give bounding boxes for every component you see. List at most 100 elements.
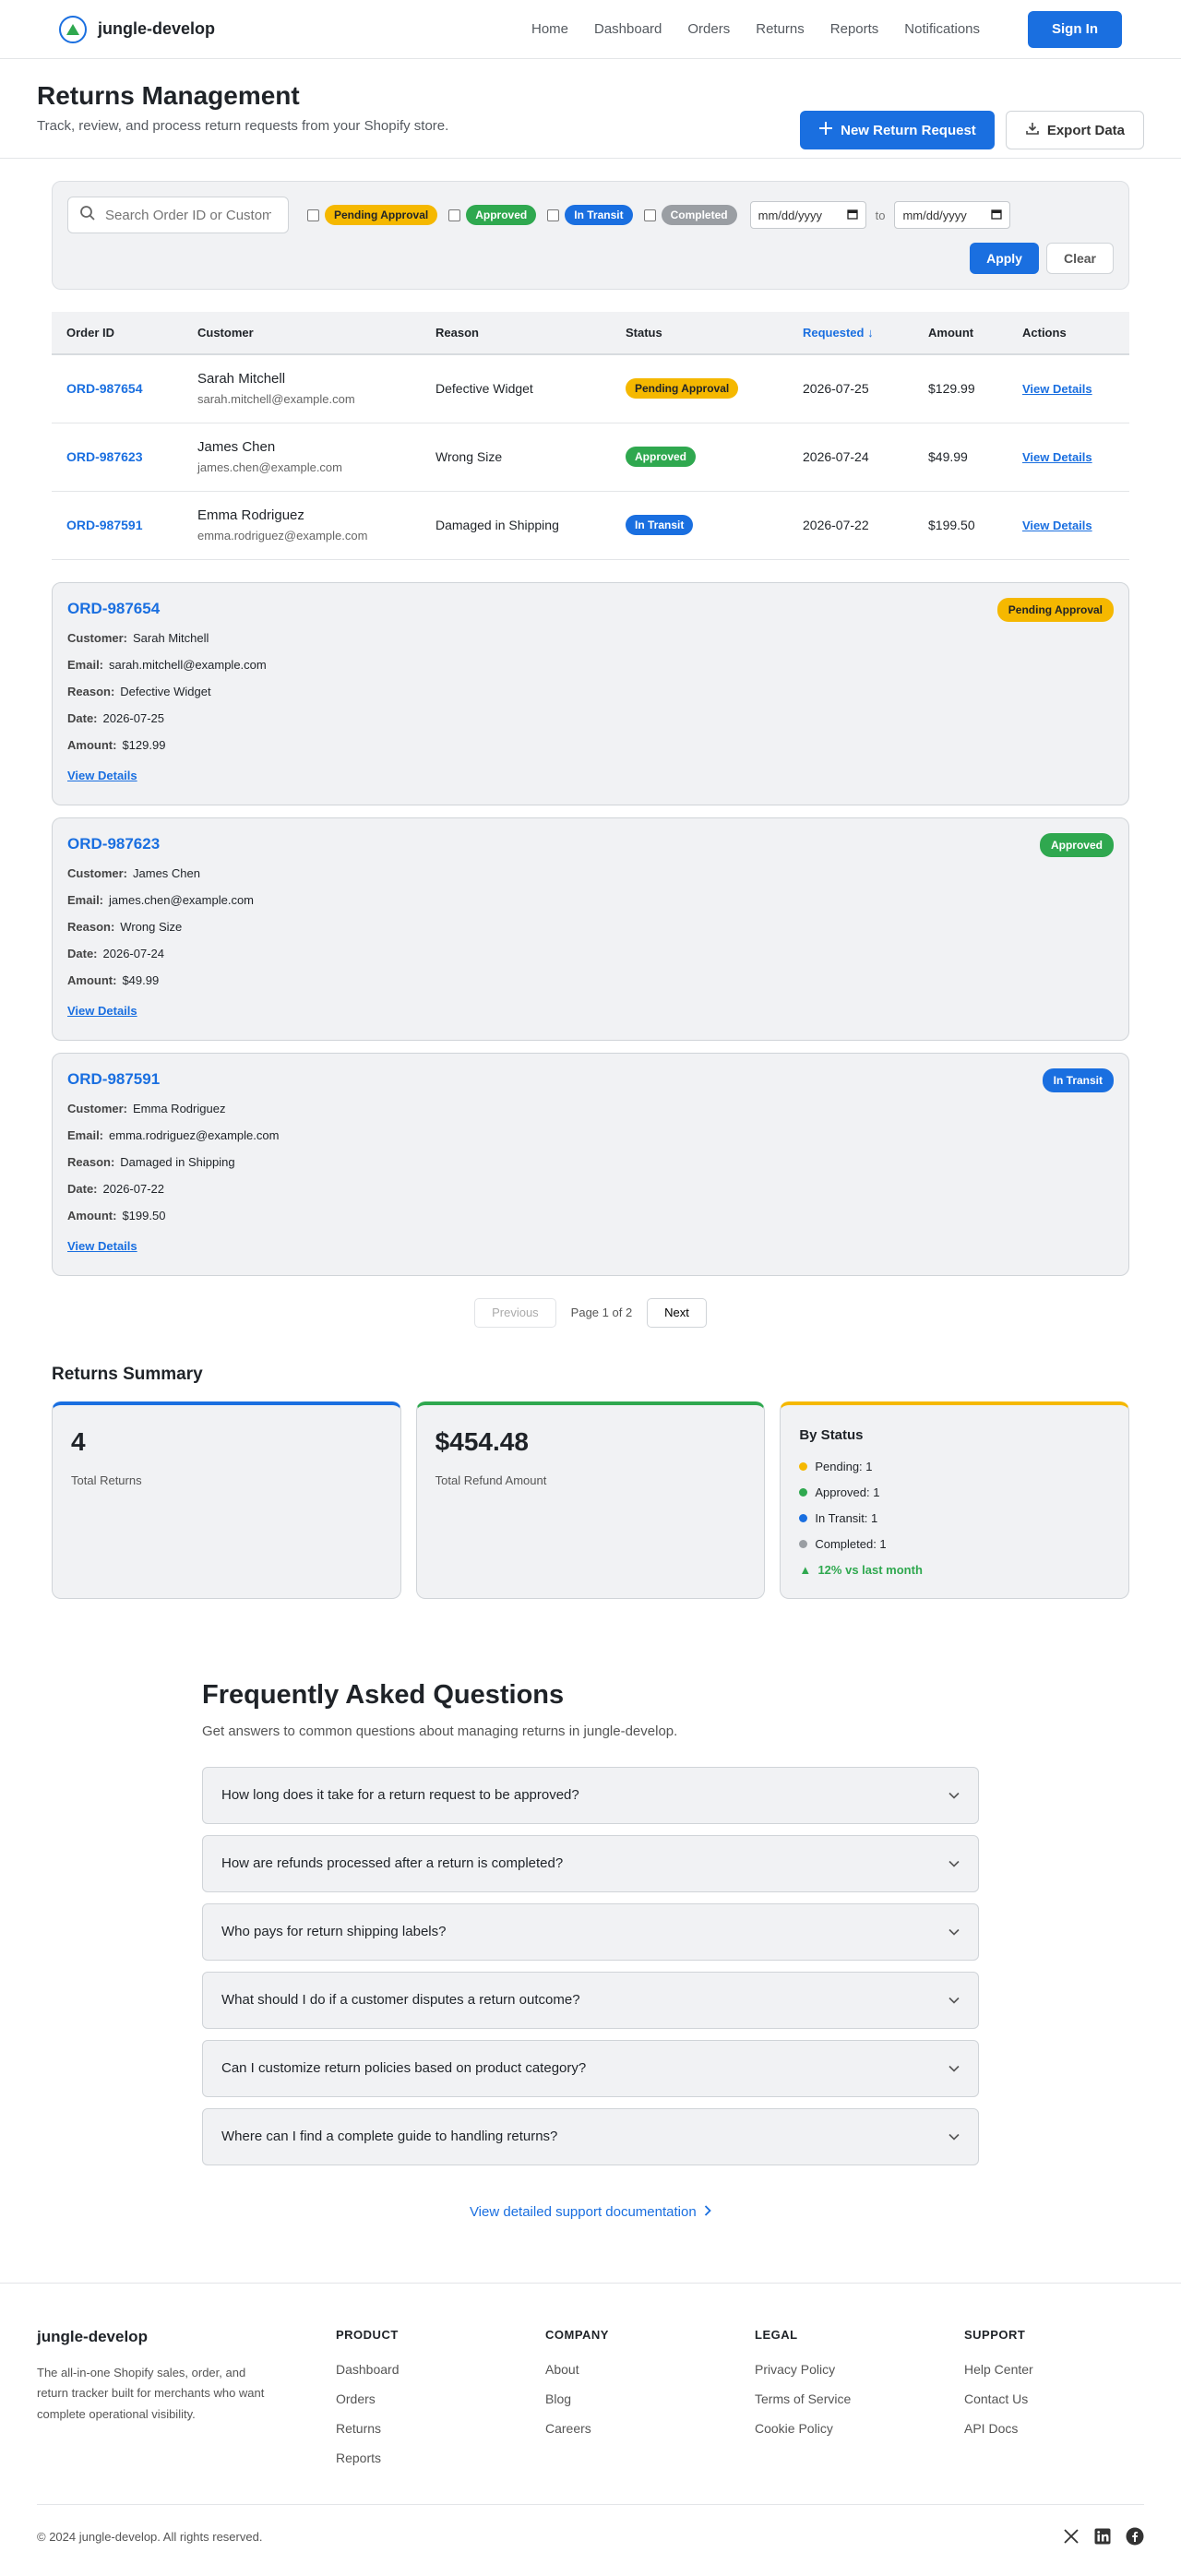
page-header: Returns Management Track, review, and pr… bbox=[0, 59, 1181, 159]
view-details-link[interactable]: View Details bbox=[1022, 450, 1092, 464]
linkedin-icon[interactable] bbox=[1094, 2528, 1111, 2545]
previous-page-button[interactable]: Previous bbox=[474, 1297, 556, 1328]
table-header-row: Order ID Customer Reason Status Requeste… bbox=[52, 312, 1129, 355]
nav-link-notifications[interactable]: Notifications bbox=[904, 21, 980, 37]
nav-link-home[interactable]: Home bbox=[531, 21, 568, 37]
footer-link-api-docs[interactable]: API Docs bbox=[964, 2421, 1033, 2436]
search-input[interactable] bbox=[105, 207, 271, 223]
clear-button[interactable]: Clear bbox=[1045, 243, 1114, 274]
footer-link-careers[interactable]: Careers bbox=[545, 2421, 755, 2436]
main-content: Pending Approval Approved In Transit Com… bbox=[0, 159, 1181, 1599]
col-customer[interactable]: Customer bbox=[183, 312, 421, 355]
card-order-id[interactable]: ORD-987654 bbox=[67, 600, 1114, 618]
total-returns-card: 4 Total Returns bbox=[52, 1401, 401, 1599]
return-card: ORD-987654 Pending Approval Customer: Sar… bbox=[52, 581, 1129, 805]
card-reason: Reason: Wrong Size bbox=[67, 919, 183, 934]
footer-link-orders[interactable]: Orders bbox=[336, 2391, 545, 2406]
reason-cell: Wrong Size bbox=[421, 423, 611, 492]
card-email: Email: emma.rodriguez@example.com bbox=[67, 1127, 280, 1142]
trend-indicator: ▲ 12% vs last month bbox=[799, 1562, 923, 1577]
logo-icon bbox=[59, 15, 87, 43]
checkbox-completed[interactable] bbox=[643, 209, 656, 221]
col-requested[interactable]: Requested ↓ bbox=[788, 312, 913, 355]
reason-cell: Damaged in Shipping bbox=[421, 491, 611, 560]
card-email: Email: sarah.mitchell@example.com bbox=[67, 657, 267, 672]
status-badge: Pending Approval bbox=[626, 378, 739, 400]
footer-link-blog[interactable]: Blog bbox=[545, 2391, 755, 2406]
customer-email: james.chen@example.com bbox=[197, 460, 342, 474]
date-from-value: mm/dd/yyyy bbox=[758, 208, 822, 222]
search-icon bbox=[79, 205, 96, 226]
nav-link-orders[interactable]: Orders bbox=[687, 21, 730, 37]
faq-item[interactable]: What should I do if a customer disputes … bbox=[202, 1971, 979, 2029]
card-order-id[interactable]: ORD-987623 bbox=[67, 835, 1114, 853]
faq-title: Frequently Asked Questions bbox=[202, 1679, 565, 1710]
faq-item[interactable]: Can I customize return policies based on… bbox=[202, 2039, 979, 2097]
nav-links: Home Dashboard Orders Returns Reports No… bbox=[531, 10, 1122, 48]
download-icon bbox=[1025, 121, 1040, 139]
checkbox-in-transit[interactable] bbox=[547, 209, 560, 221]
footer-link-privacy[interactable]: Privacy Policy bbox=[755, 2362, 964, 2377]
footer-link-contact[interactable]: Contact Us bbox=[964, 2391, 1033, 2406]
search-box[interactable] bbox=[67, 197, 289, 233]
customer-name: Emma Rodriguez bbox=[197, 507, 304, 523]
card-order-id[interactable]: ORD-987591 bbox=[67, 1070, 1114, 1089]
footer-heading: COMPANY bbox=[545, 2327, 609, 2342]
card-date: Date: 2026-07-24 bbox=[67, 946, 165, 960]
summary-title: Returns Summary bbox=[52, 1364, 203, 1384]
chevron-down-icon bbox=[948, 2129, 960, 2144]
view-details-link[interactable]: View Details bbox=[67, 1004, 137, 1018]
view-details-link[interactable]: View Details bbox=[67, 769, 137, 782]
card-email: Email: james.chen@example.com bbox=[67, 892, 254, 907]
footer-description: The all-in-one Shopify sales, order, and… bbox=[37, 2365, 265, 2422]
export-data-button[interactable]: Export Data bbox=[1005, 111, 1144, 149]
total-returns-label: Total Returns bbox=[71, 1473, 142, 1487]
card-amount: Amount: $199.50 bbox=[67, 1208, 166, 1222]
nav-link-returns[interactable]: Returns bbox=[756, 21, 805, 37]
nav-link-reports[interactable]: Reports bbox=[830, 21, 879, 37]
faq-item[interactable]: How are refunds processed after a return… bbox=[202, 1834, 979, 1892]
checkbox-approved[interactable] bbox=[448, 209, 461, 221]
faq-item[interactable]: Where can I find a complete guide to han… bbox=[202, 2107, 979, 2165]
returns-summary: 4 Total Returns $454.48 Total Refund Amo… bbox=[52, 1401, 1130, 1599]
footer-link-terms[interactable]: Terms of Service bbox=[755, 2391, 964, 2406]
return-card: ORD-987623 Approved Customer: James Chen … bbox=[52, 817, 1129, 1041]
col-reason[interactable]: Reason bbox=[421, 312, 611, 355]
view-details-link[interactable]: View Details bbox=[1022, 519, 1092, 532]
footer-link-reports[interactable]: Reports bbox=[336, 2451, 545, 2465]
x-icon[interactable] bbox=[1063, 2528, 1080, 2545]
top-nav: jungle-develop Home Dashboard Orders Ret… bbox=[0, 0, 1181, 59]
footer-link-about[interactable]: About bbox=[545, 2362, 755, 2377]
order-id-link[interactable]: ORD-987623 bbox=[66, 449, 143, 464]
checkbox-pending[interactable] bbox=[307, 209, 319, 221]
new-return-request-label: New Return Request bbox=[841, 122, 976, 138]
card-customer: Customer: James Chen bbox=[67, 865, 200, 880]
next-page-button[interactable]: Next bbox=[647, 1297, 707, 1328]
date-to-input[interactable]: mm/dd/yyyy bbox=[894, 201, 1011, 229]
order-id-link[interactable]: ORD-987591 bbox=[66, 518, 143, 532]
apply-button[interactable]: Apply bbox=[970, 243, 1039, 274]
footer-link-dashboard[interactable]: Dashboard bbox=[336, 2362, 545, 2377]
support-docs-link[interactable]: View detailed support documentation bbox=[202, 2204, 979, 2220]
col-order-id[interactable]: Order ID bbox=[52, 312, 183, 355]
footer-link-cookies[interactable]: Cookie Policy bbox=[755, 2421, 964, 2436]
new-return-request-button[interactable]: New Return Request bbox=[800, 111, 995, 149]
col-amount[interactable]: Amount bbox=[913, 312, 1008, 355]
footer-link-help-center[interactable]: Help Center bbox=[964, 2362, 1033, 2377]
amount-cell: $129.99 bbox=[913, 354, 1008, 423]
date-from-input[interactable]: mm/dd/yyyy bbox=[749, 201, 866, 229]
facebook-icon[interactable] bbox=[1126, 2527, 1144, 2546]
faq-item[interactable]: How long does it take for a return reque… bbox=[202, 1766, 979, 1824]
footer-link-returns[interactable]: Returns bbox=[336, 2421, 545, 2436]
nav-link-dashboard[interactable]: Dashboard bbox=[594, 21, 662, 37]
status-filter-in-transit: In Transit bbox=[565, 205, 633, 225]
return-card: ORD-987591 In Transit Customer: Emma Rodr… bbox=[52, 1052, 1129, 1276]
sign-in-button[interactable]: Sign In bbox=[1028, 10, 1122, 48]
view-details-link[interactable]: View Details bbox=[1022, 382, 1092, 396]
order-id-link[interactable]: ORD-987654 bbox=[66, 381, 143, 396]
col-status[interactable]: Status bbox=[611, 312, 788, 355]
brand-logo[interactable]: jungle-develop bbox=[59, 15, 215, 43]
view-details-link[interactable]: View Details bbox=[67, 1239, 137, 1253]
card-customer: Customer: Sarah Mitchell bbox=[67, 630, 209, 645]
faq-item[interactable]: Who pays for return shipping labels? bbox=[202, 1902, 979, 1961]
